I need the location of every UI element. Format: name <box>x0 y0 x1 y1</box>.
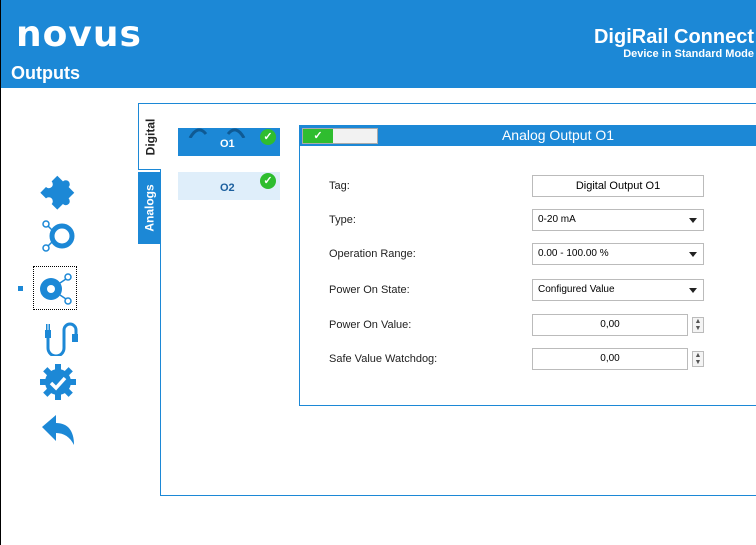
tab-analogs[interactable]: Analogs <box>138 172 161 244</box>
power-on-value-label: Power On Value: <box>329 319 412 331</box>
power-on-state-label: Power On State: <box>329 284 410 296</box>
outputs-icon[interactable] <box>33 266 77 310</box>
output-item-o2[interactable]: O2 ✓ <box>178 172 280 200</box>
form-header: ✓ Analog Output O1 <box>300 126 756 146</box>
safe-value-watchdog-input[interactable]: 0,00 <box>532 348 688 370</box>
app-header: novus Outputs DigiRail Connect Device in… <box>0 0 756 88</box>
page-title: Outputs <box>11 63 80 83</box>
selected-indicator <box>18 286 23 291</box>
output-item-o1[interactable]: O1 ✓ <box>178 128 280 156</box>
inputs-icon[interactable] <box>38 215 78 255</box>
back-arrow-icon[interactable] <box>38 410 78 450</box>
waveform-icon <box>188 128 246 138</box>
tag-input[interactable]: Digital Output O1 <box>532 175 704 197</box>
spinner-arrows-icon[interactable]: ▲ ▼ <box>692 317 704 333</box>
tab-digital[interactable]: Digital <box>138 103 161 170</box>
power-on-value-input[interactable]: 0,00 <box>532 314 688 336</box>
output-o2-label: O2 <box>220 182 235 194</box>
type-select[interactable]: 0-20 mA <box>532 209 704 231</box>
check-icon: ✓ <box>260 173 276 189</box>
tag-label: Tag: <box>329 180 350 192</box>
connection-icon[interactable] <box>38 317 78 357</box>
power-on-state-select[interactable]: Configured Value <box>532 279 704 301</box>
settings-check-icon[interactable] <box>38 362 78 402</box>
operation-range-label: Operation Range: <box>329 248 416 260</box>
operation-range-select[interactable]: 0.00 - 100.00 % <box>532 243 704 265</box>
puzzle-icon[interactable] <box>38 172 78 212</box>
power-on-state-value: Configured Value <box>538 284 615 295</box>
chevron-down-icon <box>689 288 697 293</box>
output-o1-label: O1 <box>220 138 235 150</box>
tab-digital-label: Digital <box>143 118 158 155</box>
operation-range-value: 0.00 - 100.00 % <box>538 248 609 259</box>
form-title: Analog Output O1 <box>501 127 615 143</box>
chevron-down-icon <box>689 218 697 223</box>
type-select-value: 0-20 mA <box>538 214 576 225</box>
device-mode: Device in Standard Mode <box>623 48 754 60</box>
chevron-down-icon <box>689 252 697 257</box>
spinner-arrows-icon[interactable]: ▲ ▼ <box>692 351 704 367</box>
novus-logo: novus <box>16 14 142 55</box>
tab-analogs-label: Analogs <box>142 184 157 232</box>
type-label: Type: <box>329 214 356 226</box>
analog-output-form: ✓ Analog Output O1 Tag: Digital Output O… <box>299 125 756 406</box>
app-name: DigiRail Connect <box>593 26 754 48</box>
safe-value-watchdog-label: Safe Value Watchdog: <box>329 353 438 365</box>
window-border <box>0 88 1 545</box>
check-icon: ✓ <box>260 129 276 145</box>
